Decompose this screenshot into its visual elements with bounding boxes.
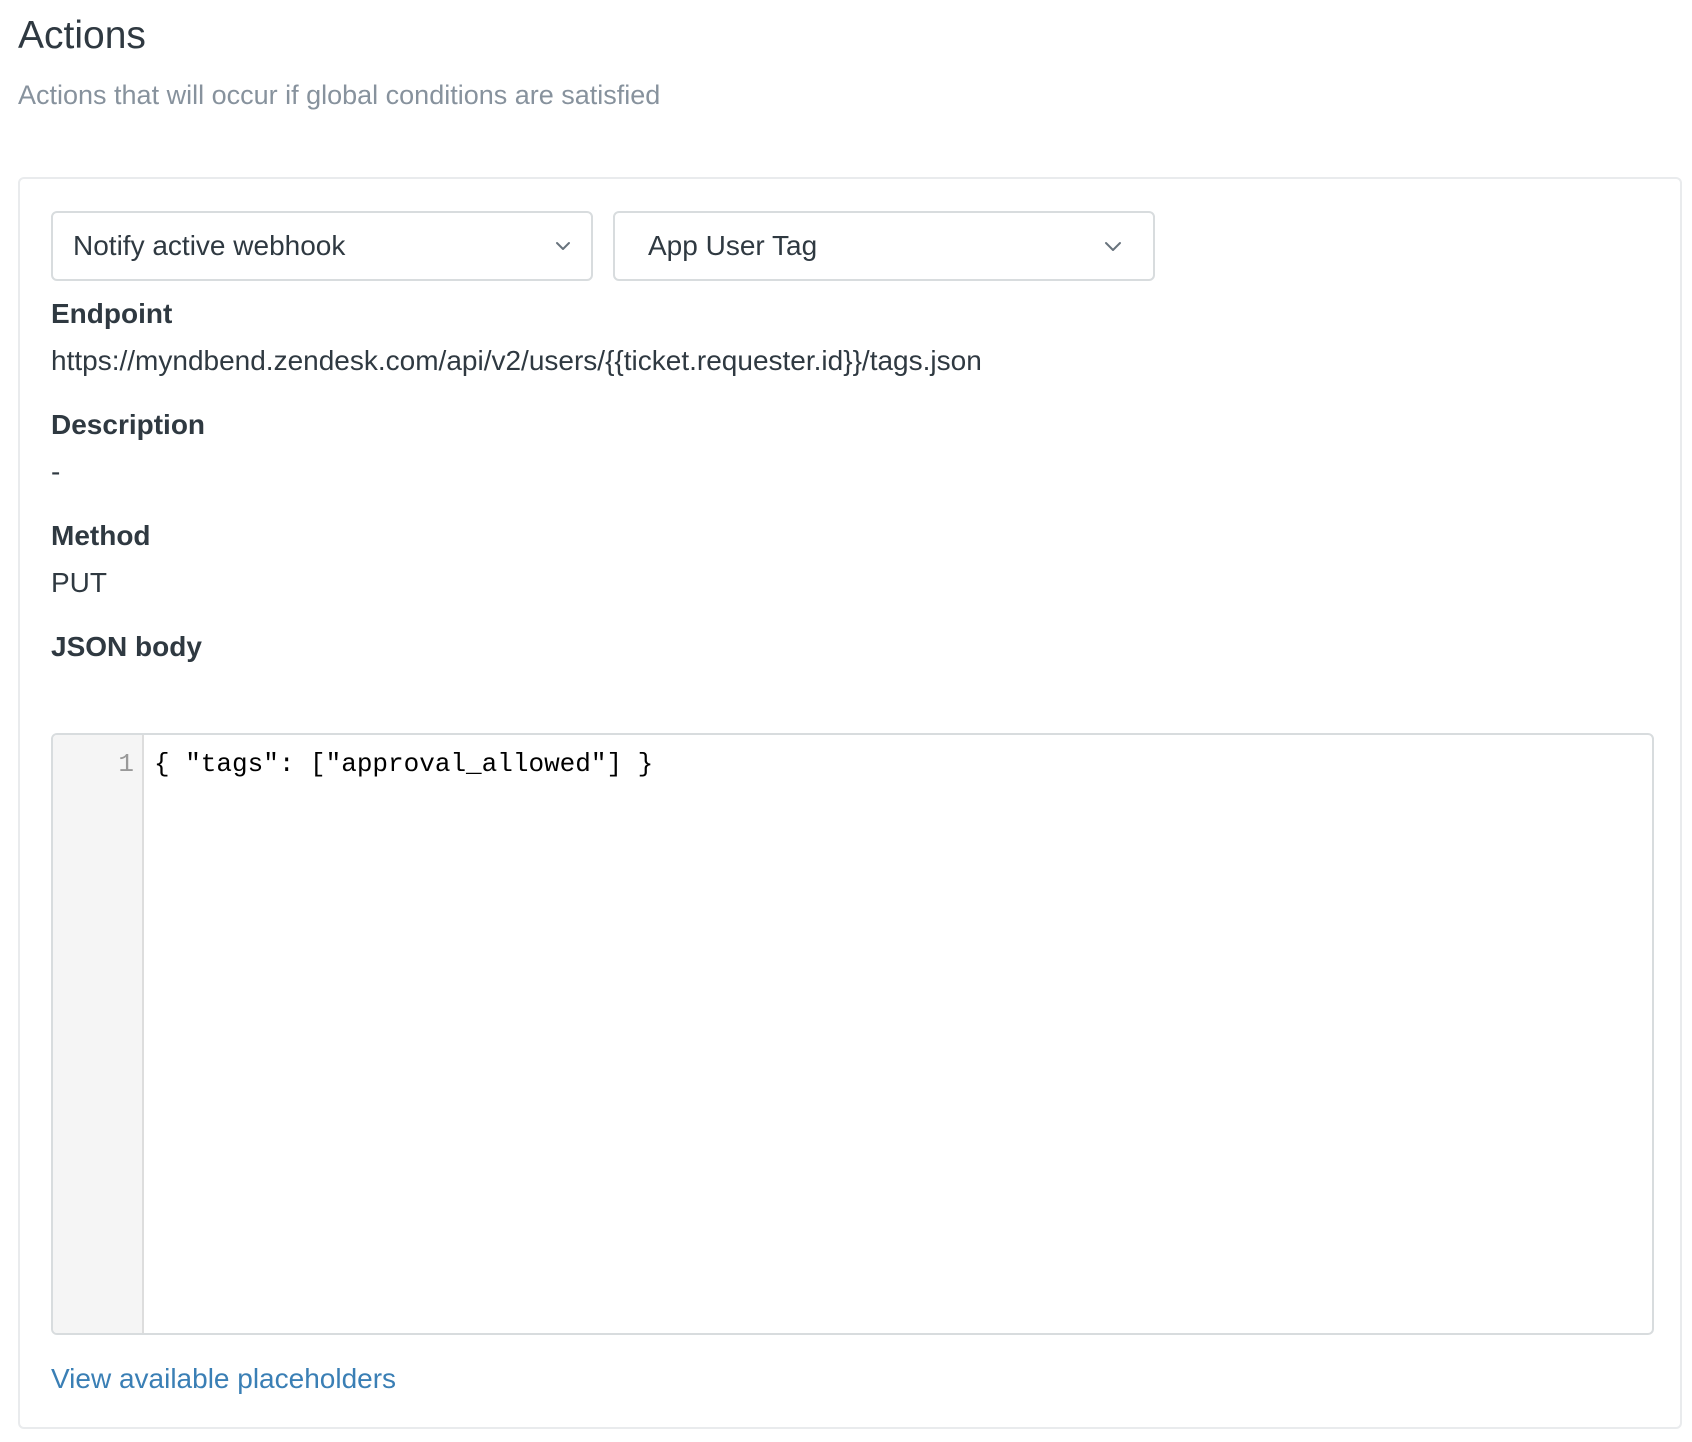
editor-gutter: 1 <box>53 735 144 1333</box>
chevron-down-icon <box>556 242 570 250</box>
webhook-select[interactable]: App User Tag <box>613 211 1155 281</box>
line-number: 1 <box>118 749 134 779</box>
code-line[interactable]: { "tags": ["approval_allowed"] } <box>154 747 653 781</box>
endpoint-value: https://myndbend.zendesk.com/api/v2/user… <box>51 345 982 376</box>
action-card: Notify active webhook App User Tag Endpo… <box>18 177 1682 1429</box>
chevron-down-icon <box>1105 242 1121 251</box>
json-body-editor[interactable]: 1 { "tags": ["approval_allowed"] } <box>51 733 1654 1335</box>
action-type-select[interactable]: Notify active webhook <box>51 211 593 281</box>
page-subtitle: Actions that will occur if global condit… <box>18 80 661 110</box>
endpoint-label: Endpoint <box>51 298 173 329</box>
json-body-label: JSON body <box>51 631 202 662</box>
method-label: Method <box>51 520 151 551</box>
page-title: Actions <box>18 14 146 57</box>
description-value: - <box>51 456 61 487</box>
editor-code-area[interactable]: { "tags": ["approval_allowed"] } <box>144 735 1652 1333</box>
method-value: PUT <box>51 567 107 598</box>
action-type-select-value: Notify active webhook <box>73 230 346 261</box>
webhook-select-value: App User Tag <box>648 230 818 261</box>
view-placeholders-link[interactable]: View available placeholders <box>51 1362 396 1396</box>
description-label: Description <box>51 409 206 440</box>
